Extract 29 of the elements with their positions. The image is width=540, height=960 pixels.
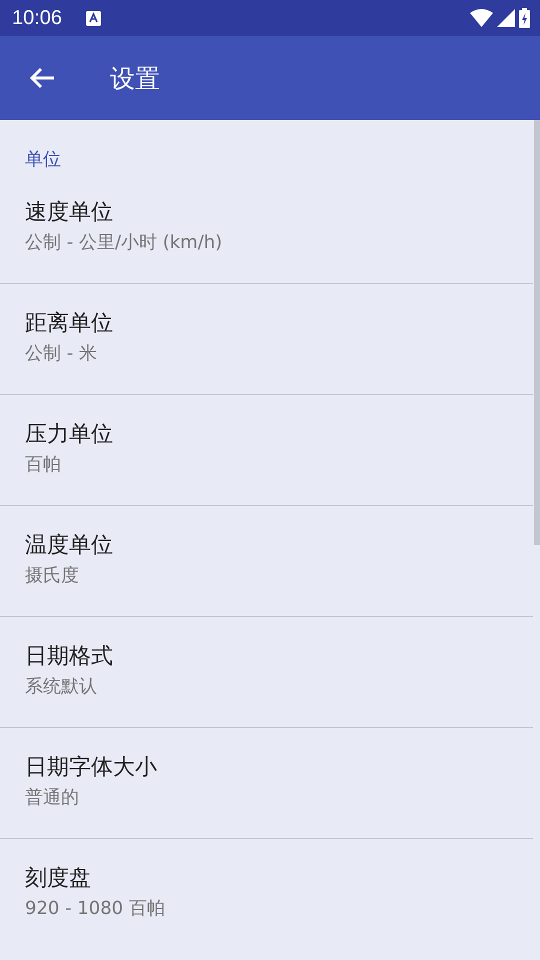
section-header: 单位 <box>24 148 62 172</box>
screen-title: 设置 <box>110 62 160 94</box>
setting-title: 刻度盘 <box>25 865 91 893</box>
setting-value: 百帕 <box>25 453 61 477</box>
settings-item[interactable]: 温度单位 摄氏度 <box>0 506 533 617</box>
setting-title: 日期字体大小 <box>25 754 157 782</box>
setting-value: 920 - 1080 百帕 <box>25 897 165 921</box>
settings-item[interactable]: 压力单位 百帕 <box>0 395 533 506</box>
setting-value: 摄氏度 <box>25 564 79 588</box>
signal-icon <box>497 9 515 27</box>
setting-title: 压力单位 <box>25 421 113 449</box>
notification-icon <box>86 10 102 26</box>
setting-title: 距离单位 <box>25 310 113 338</box>
wifi-icon <box>470 9 493 27</box>
settings-item[interactable]: 距离单位 公制 - 米 <box>0 284 533 395</box>
setting-title: 温度单位 <box>25 532 113 560</box>
status-time: 10:06 <box>12 6 62 30</box>
settings-item[interactable]: 日期字体大小 普通的 <box>0 728 533 839</box>
setting-value: 公制 - 米 <box>25 342 97 366</box>
setting-value: 系统默认 <box>25 675 97 699</box>
settings-item[interactable]: 刻度盘 920 - 1080 百帕 <box>0 839 533 949</box>
setting-value: 普通的 <box>25 786 79 810</box>
setting-title: 速度单位 <box>25 199 113 227</box>
settings-item[interactable]: 日期格式 系统默认 <box>0 617 533 728</box>
setting-title: 日期格式 <box>25 643 113 671</box>
back-arrow-icon[interactable] <box>29 67 55 89</box>
setting-value: 公制 - 公里/小时 (km/h) <box>25 231 222 255</box>
battery-icon <box>519 8 530 28</box>
settings-item[interactable]: 速度单位 公制 - 公里/小时 (km/h) <box>0 173 533 284</box>
